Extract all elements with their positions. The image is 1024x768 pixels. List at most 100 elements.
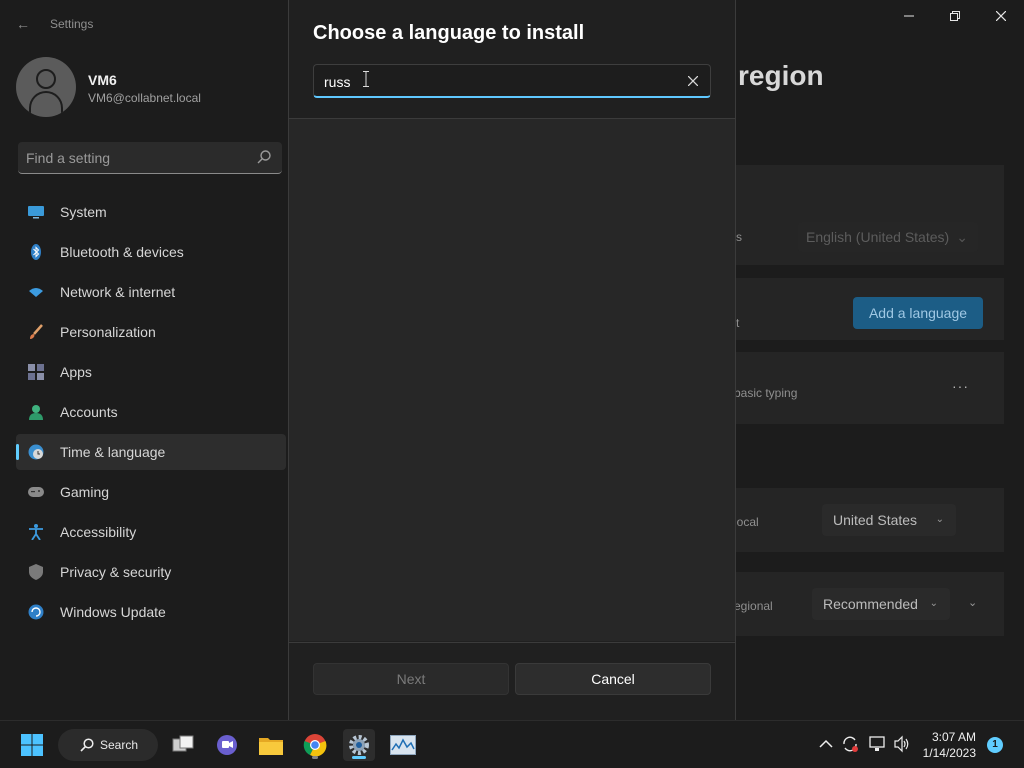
file-explorer-button[interactable] xyxy=(255,729,287,761)
taskbar: Search 3:07 AM 1/14/2023 1 xyxy=(0,720,1024,768)
find-setting-search[interactable] xyxy=(18,142,282,174)
add-language-button[interactable]: Add a language xyxy=(853,297,983,329)
sidebar-item-privacy[interactable]: Privacy & security xyxy=(16,554,286,590)
language-results-list xyxy=(289,119,735,641)
settings-icon xyxy=(349,735,369,755)
more-options-button[interactable]: ··· xyxy=(952,378,969,394)
chrome-icon xyxy=(303,734,327,757)
clock-time[interactable]: 3:07 AM xyxy=(932,730,976,744)
start-icon xyxy=(21,734,43,756)
language-search-box[interactable] xyxy=(313,64,711,98)
preferred-languages-label: t xyxy=(736,316,740,330)
notification-badge[interactable]: 1 xyxy=(987,737,1003,753)
choose-language-dialog: Choose a language to install Next Cancel xyxy=(288,0,736,720)
apps-icon xyxy=(28,364,44,380)
chrome-button[interactable] xyxy=(299,729,331,761)
country-region-label: local xyxy=(734,515,759,529)
volume-icon[interactable] xyxy=(893,735,911,753)
task-view-button[interactable] xyxy=(167,729,199,761)
text-cursor-icon xyxy=(363,71,369,87)
sidebar-item-label: Network & internet xyxy=(60,284,176,300)
clock-date[interactable]: 1/14/2023 xyxy=(923,746,976,760)
sidebar-item-label: System xyxy=(60,204,107,220)
brush-icon xyxy=(30,324,43,339)
sidebar-item-label: Apps xyxy=(60,364,92,380)
settings-window: ← Settings VM6 VM6@collabnet.local Syste… xyxy=(0,0,1024,720)
globe-clock-icon xyxy=(28,444,44,460)
teams-chat-button[interactable] xyxy=(211,729,243,761)
sidebar-item-windows-update[interactable]: Windows Update xyxy=(16,594,286,630)
regional-format-label: egional xyxy=(734,599,773,613)
system-icon xyxy=(28,206,44,219)
search-icon xyxy=(80,738,94,752)
cancel-button[interactable]: Cancel xyxy=(515,663,711,695)
resource-monitor-button[interactable] xyxy=(387,729,419,761)
next-button[interactable]: Next xyxy=(313,663,509,695)
taskbar-search-label: Search xyxy=(100,738,139,752)
network-status-icon[interactable] xyxy=(869,735,887,753)
sidebar-item-system[interactable]: System xyxy=(16,194,286,230)
resource-monitor-icon xyxy=(390,735,416,755)
sidebar-item-label: Bluetooth & devices xyxy=(60,244,184,260)
back-button[interactable]: ← xyxy=(10,12,36,36)
sync-icon[interactable] xyxy=(841,735,859,753)
sidebar-item-label: Privacy & security xyxy=(60,564,172,580)
gamepad-icon xyxy=(28,487,44,497)
country-dropdown[interactable]: United States ⌄ xyxy=(822,504,956,536)
language-entry-text: basic typing xyxy=(734,386,798,400)
display-language-dropdown[interactable]: English (United States) ⌄ xyxy=(798,222,978,252)
update-icon xyxy=(28,604,44,620)
regional-format-dropdown[interactable]: Recommended ⌄ xyxy=(812,588,950,620)
sidebar-nav: System Bluetooth & devices Network & int… xyxy=(16,194,286,634)
search-icon xyxy=(257,150,271,164)
language-search-input[interactable] xyxy=(324,71,664,93)
avatar xyxy=(16,57,76,117)
sidebar-item-accounts[interactable]: Accounts xyxy=(16,394,286,430)
active-indicator xyxy=(352,756,366,759)
sidebar-item-bluetooth[interactable]: Bluetooth & devices xyxy=(16,234,286,270)
settings-taskbar-button[interactable] xyxy=(343,729,375,761)
app-title: Settings xyxy=(50,17,94,31)
chevron-down-icon: ⌄ xyxy=(956,229,968,245)
running-indicator xyxy=(312,756,318,759)
dialog-footer: Next Cancel xyxy=(289,642,735,720)
sidebar-item-personalization[interactable]: Personalization xyxy=(16,314,286,350)
sidebar-item-label: Time & language xyxy=(60,444,166,460)
expand-chevron-icon[interactable]: ⌄ xyxy=(968,596,977,609)
sidebar-item-accessibility[interactable]: Accessibility xyxy=(16,514,286,550)
sidebar-item-gaming[interactable]: Gaming xyxy=(16,474,286,510)
file-explorer-icon xyxy=(259,738,283,755)
dialog-title: Choose a language to install xyxy=(313,22,585,44)
shield-icon xyxy=(29,564,43,580)
user-profile[interactable]: VM6 VM6@collabnet.local xyxy=(16,57,276,117)
display-language-label: s xyxy=(736,230,742,244)
accessibility-icon xyxy=(29,524,43,540)
country-value: United States xyxy=(833,512,918,528)
sidebar-item-label: Windows Update xyxy=(60,604,166,620)
bluetooth-icon xyxy=(31,244,41,260)
regional-format-value: Recommended xyxy=(823,596,918,612)
chevron-down-icon: ⌄ xyxy=(929,598,938,609)
user-name: VM6 xyxy=(88,72,117,88)
sidebar-item-label: Accounts xyxy=(60,404,118,420)
display-language-value: English (United States) xyxy=(806,229,950,245)
sidebar-item-time-language[interactable]: Time & language xyxy=(16,434,286,470)
user-email: VM6@collabnet.local xyxy=(88,91,201,105)
sidebar-item-label: Gaming xyxy=(60,484,110,500)
clear-search-button[interactable] xyxy=(684,72,702,90)
start-button[interactable] xyxy=(16,729,48,761)
tray-overflow-chevron-icon[interactable] xyxy=(817,735,835,753)
accounts-icon xyxy=(29,405,43,420)
taskbar-search[interactable]: Search xyxy=(58,729,158,761)
find-setting-input[interactable] xyxy=(26,147,246,169)
close-icon xyxy=(687,75,699,87)
sidebar-item-label: Personalization xyxy=(60,324,156,340)
sidebar-item-label: Accessibility xyxy=(60,524,137,540)
task-view-icon xyxy=(172,735,194,752)
page-title: region xyxy=(738,60,824,91)
chevron-down-icon: ⌄ xyxy=(935,514,944,525)
sidebar-item-apps[interactable]: Apps xyxy=(16,354,286,390)
network-icon xyxy=(29,288,43,297)
sidebar-item-network[interactable]: Network & internet xyxy=(16,274,286,310)
teams-chat-icon xyxy=(217,735,237,755)
